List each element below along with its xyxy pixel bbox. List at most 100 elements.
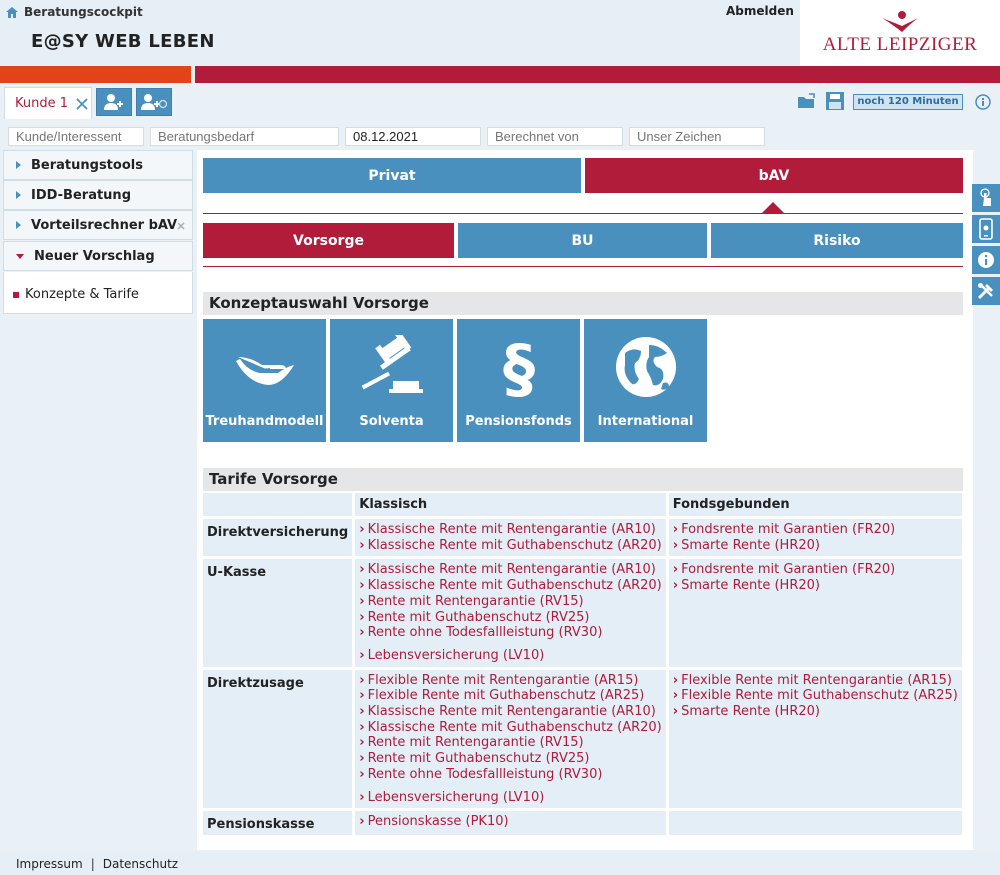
- tariff-link[interactable]: Pensionskasse (PK10): [359, 814, 662, 830]
- concept-treuhandmodell[interactable]: Treuhandmodell: [203, 319, 326, 442]
- tools-tool-button[interactable]: [972, 277, 1000, 305]
- sidebar-item-neuer-vorschlag[interactable]: Neuer Vorschlag: [3, 241, 193, 271]
- tariff-link[interactable]: Lebensversicherung (LV10): [359, 790, 662, 806]
- mobile-tool-button[interactable]: [972, 215, 1000, 243]
- reference-sign-field[interactable]: [629, 127, 765, 146]
- concept-label: Treuhandmodell: [205, 414, 324, 429]
- tariff-link[interactable]: Flexible Rente mit Rentengarantie (AR15): [673, 673, 958, 689]
- open-folder-icon[interactable]: [797, 93, 817, 110]
- session-timer: noch 120 Minuten: [853, 94, 963, 110]
- fund-cell: Fondsrente mit Garantien (FR20)Smarte Re…: [668, 519, 965, 560]
- gavel-icon: [361, 335, 423, 393]
- tariff-link[interactable]: Smarte Rente (HR20): [673, 704, 958, 720]
- info-tool-button[interactable]: [972, 246, 1000, 274]
- footer-separator: |: [90, 856, 95, 871]
- active-tab-pointer-icon: [762, 202, 784, 213]
- tariff-link[interactable]: Smarte Rente (HR20): [673, 538, 958, 554]
- concept-pensionsfonds[interactable]: § Pensionsfonds: [457, 319, 580, 442]
- globe-icon: [615, 337, 676, 397]
- tariff-link[interactable]: Rente mit Rentengarantie (RV15): [359, 594, 662, 610]
- tariff-link[interactable]: Flexible Rente mit Guthabenschutz (AR25): [673, 688, 958, 704]
- row-header: U-Kasse: [203, 559, 356, 670]
- home-icon: [6, 6, 18, 18]
- info-icon[interactable]: [975, 94, 991, 110]
- concept-label: Pensionsfonds: [465, 414, 572, 429]
- tab-risiko[interactable]: Risiko: [711, 223, 963, 258]
- row-header: Direktzusage: [203, 669, 356, 812]
- tariff-link[interactable]: Flexible Rente mit Rentengarantie (AR15): [359, 673, 662, 689]
- datenschutz-link[interactable]: Datenschutz: [103, 857, 178, 871]
- caret-right-icon: [16, 161, 21, 169]
- tools-icon: [977, 283, 993, 300]
- classic-cell: Klassische Rente mit Rentengarantie (AR1…: [355, 559, 669, 670]
- table-row: PensionskassePensionskasse (PK10): [203, 811, 965, 839]
- app-title: E@SY WEB LEBEN: [31, 31, 215, 52]
- tab-privat[interactable]: Privat: [203, 158, 581, 193]
- logo-mark-icon: [882, 11, 918, 32]
- sidebar-subitem-label: Konzepte & Tarife: [25, 287, 139, 302]
- close-icon[interactable]: [177, 222, 185, 230]
- concept-international[interactable]: International: [584, 319, 707, 442]
- info-icon: [978, 252, 994, 268]
- tariffs-table: Klassisch Fondsgebunden Direktversicheru…: [203, 493, 965, 839]
- classic-cell: Pensionskasse (PK10): [355, 811, 669, 839]
- save-icon[interactable]: [826, 92, 844, 110]
- tariff-link[interactable]: Rente ohne Todesfallleistung (RV30): [359, 767, 662, 783]
- tab-vorsorge[interactable]: Vorsorge: [203, 223, 454, 258]
- divider: [203, 213, 963, 214]
- add-user-icon: [104, 94, 123, 110]
- logout-link[interactable]: Abmelden: [726, 4, 794, 18]
- fund-cell: Flexible Rente mit Rentengarantie (AR15)…: [668, 669, 965, 812]
- paragraph-icon: §: [503, 335, 535, 401]
- customer-field[interactable]: [8, 127, 144, 146]
- footer: Impressum | Datenschutz: [0, 852, 1000, 875]
- table-row: DirektzusageFlexible Rente mit Rentengar…: [203, 669, 965, 812]
- concept-label: International: [597, 414, 694, 429]
- add-customer-variant-button[interactable]: [136, 88, 172, 116]
- add-customer-button[interactable]: [96, 88, 132, 116]
- brand-bar-divider: [191, 66, 195, 83]
- impressum-link[interactable]: Impressum: [16, 857, 83, 871]
- tariff-link[interactable]: Rente mit Rentengarantie (RV15): [359, 735, 662, 751]
- consulting-need-field[interactable]: [150, 127, 339, 146]
- tariff-link[interactable]: Rente mit Guthabenschutz (RV25): [359, 610, 662, 626]
- tariff-link[interactable]: Klassische Rente mit Guthabenschutz (AR2…: [359, 720, 662, 736]
- breadcrumb[interactable]: Beratungscockpit: [6, 5, 143, 19]
- date-field[interactable]: [345, 127, 481, 146]
- tariff-link[interactable]: Rente ohne Todesfallleistung (RV30): [359, 625, 662, 641]
- tariff-link[interactable]: Rente mit Guthabenschutz (RV25): [359, 751, 662, 767]
- tariff-link[interactable]: Klassische Rente mit Rentengarantie (AR1…: [359, 704, 662, 720]
- touch-tool-button[interactable]: [972, 184, 1000, 212]
- divider: [203, 266, 963, 267]
- tariff-link[interactable]: Klassische Rente mit Guthabenschutz (AR2…: [359, 538, 662, 554]
- tariff-link[interactable]: Fondsrente mit Garantien (FR20): [673, 562, 958, 578]
- sidebar-item-idd-beratung[interactable]: IDD-Beratung: [3, 180, 193, 210]
- tariff-link[interactable]: Fondsrente mit Garantien (FR20): [673, 522, 958, 538]
- table-row: U-KasseKlassische Rente mit Rentengarant…: [203, 559, 965, 670]
- tab-bu[interactable]: BU: [458, 223, 707, 258]
- tab-kunde-1[interactable]: Kunde 1: [4, 87, 92, 119]
- mobile-icon: [979, 218, 993, 240]
- fund-cell: [668, 811, 965, 839]
- caret-right-icon: [16, 191, 21, 199]
- close-icon[interactable]: [76, 97, 88, 110]
- sidebar-item-beratungstools[interactable]: Beratungstools: [3, 150, 193, 180]
- row-header: Direktversicherung: [203, 519, 356, 560]
- tariff-link[interactable]: Lebensversicherung (LV10): [359, 648, 662, 664]
- tab-label: Kunde 1: [15, 96, 69, 111]
- sidebar-subitem-konzepte-tarife[interactable]: Konzepte & Tarife: [13, 287, 139, 302]
- tariff-link[interactable]: Flexible Rente mit Guthabenschutz (AR25): [359, 688, 662, 704]
- calculated-by-field[interactable]: [487, 127, 623, 146]
- concept-solventa[interactable]: Solventa: [330, 319, 453, 442]
- tariff-link[interactable]: Smarte Rente (HR20): [673, 578, 958, 594]
- fund-cell: Fondsrente mit Garantien (FR20)Smarte Re…: [668, 559, 965, 670]
- tariff-link[interactable]: Klassische Rente mit Guthabenschutz (AR2…: [359, 578, 662, 594]
- sidebar-item-label: Beratungstools: [31, 157, 143, 173]
- sidebar-item-vorteilsrechner[interactable]: Vorteilsrechner bAV: [3, 210, 193, 240]
- svg-text:§: §: [503, 335, 535, 401]
- concept-label: Solventa: [359, 414, 424, 429]
- tariff-link[interactable]: Klassische Rente mit Rentengarantie (AR1…: [359, 562, 662, 578]
- tariff-link[interactable]: Klassische Rente mit Rentengarantie (AR1…: [359, 522, 662, 538]
- tab-bav[interactable]: bAV: [585, 158, 963, 193]
